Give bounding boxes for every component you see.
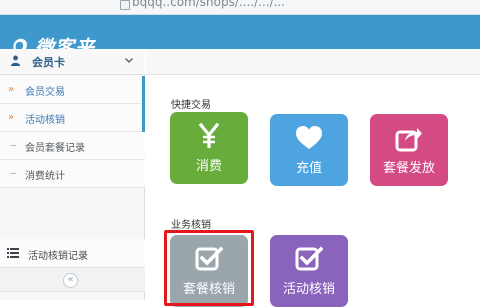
share-icon: [395, 128, 422, 152]
section-title-quick-trade: 快捷交易: [171, 100, 211, 111]
recharge-tile-button[interactable]: 充值: [270, 114, 348, 186]
tile-label: 套餐发放: [382, 161, 435, 176]
heart-icon: [296, 126, 322, 149]
chevron-down-icon[interactable]: [124, 55, 134, 65]
sidebar-menu: » 会员交易 » 活动核销 会员套餐记录 消费统计: [0, 76, 145, 188]
checkmark-icon: [295, 246, 323, 271]
sidebar-item-member-trade[interactable]: » 会员交易: [0, 76, 145, 104]
section-title-verification: 业务核销: [171, 220, 211, 231]
sidebar-header-membership-card[interactable]: 会员卡: [0, 49, 145, 75]
bullet-icon: »: [8, 84, 15, 95]
dash-icon: [10, 145, 16, 146]
content-toolbar: [146, 49, 480, 75]
bullet-icon: »: [8, 112, 15, 123]
dash-icon: [10, 173, 16, 174]
lock-icon: [120, 0, 130, 10]
yen-icon: [198, 122, 220, 148]
sidebar-item-package-records[interactable]: 会员套餐记录: [0, 132, 145, 160]
tile-label: 消费: [195, 159, 222, 174]
url-text[interactable]: bqqq..com/shops/..../.../...: [132, 0, 285, 9]
sidebar-item-consumption-stats[interactable]: 消费统计: [0, 160, 145, 188]
sidebar-item-label: 消费统计: [25, 171, 65, 182]
sidebar: 会员卡 » 会员交易 » 活动核销 会员套餐记录 消费统计 活动核销记录 «: [0, 49, 145, 300]
tile-label: 充值: [295, 161, 322, 176]
user-icon: [10, 55, 21, 66]
sidebar-item-label: 活动核销记录: [28, 251, 88, 262]
sidebar-item-activity-records[interactable]: 活动核销记录: [0, 239, 145, 268]
consume-tile-button[interactable]: 消费: [170, 112, 248, 184]
top-header: 微客来: [0, 15, 480, 59]
activity-verify-tile-button[interactable]: 活动核销: [270, 235, 348, 307]
sidebar-item-activity-verify[interactable]: » 活动核销: [0, 104, 145, 132]
sidebar-item-label: 会员交易: [25, 87, 65, 98]
sidebar-collapse-row: «: [0, 268, 145, 292]
sidebar-item-label: 会员套餐记录: [25, 143, 85, 154]
browser-address-bar[interactable]: bqqq..com/shops/..../.../...: [0, 0, 480, 15]
package-issue-tile-button[interactable]: 套餐发放: [370, 114, 448, 186]
list-icon: [7, 248, 19, 258]
double-left-icon[interactable]: «: [63, 273, 78, 288]
sidebar-header-label: 会员卡: [32, 56, 65, 69]
sidebar-item-label: 活动核销: [25, 115, 65, 126]
tile-label: 活动核销: [282, 282, 335, 297]
selection-highlight-box: [164, 230, 254, 306]
